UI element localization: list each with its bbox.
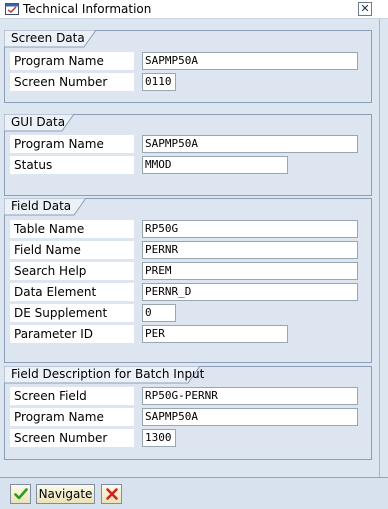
field-label: DE Supplement xyxy=(10,304,134,322)
field-name-field[interactable]: PERNR xyxy=(142,241,358,259)
window-icon xyxy=(5,3,19,15)
group-gui-data: GUI Data Program Name SAPMP50A Status MM… xyxy=(4,114,372,196)
field-label: Program Name xyxy=(10,408,134,426)
button-bar: Navigate xyxy=(0,477,388,509)
status-field[interactable]: MMOD xyxy=(142,156,288,174)
group-title: Screen Data xyxy=(11,31,85,45)
group-screen-data: Screen Data Program Name SAPMP50A Screen… xyxy=(4,30,372,103)
field-label: Screen Number xyxy=(10,429,134,447)
screen-field-field[interactable]: RP50G-PERNR xyxy=(142,387,358,405)
program-name-field[interactable]: SAPMP50A xyxy=(142,52,358,70)
navigate-button[interactable]: Navigate xyxy=(36,484,95,504)
field-label: Status xyxy=(10,156,134,174)
table-name-field[interactable]: RP50G xyxy=(142,220,358,238)
vertical-scrollbar[interactable] xyxy=(379,19,388,477)
field-label: Data Element xyxy=(10,283,134,301)
group-title: Field Description for Batch Input xyxy=(11,367,205,381)
window-title: Technical Information xyxy=(23,2,152,16)
parameter-id-field[interactable]: PER xyxy=(142,325,288,343)
field-label: Screen Number xyxy=(10,73,134,91)
close-icon: ✕ xyxy=(360,2,370,15)
green-checkmark-icon xyxy=(14,488,28,500)
group-title: GUI Data xyxy=(11,115,66,129)
group-title: Field Data xyxy=(11,199,72,213)
program-name-field[interactable]: SAPMP50A xyxy=(142,135,358,153)
field-label: Field Name xyxy=(10,241,134,259)
screen-number-field[interactable]: 1300 xyxy=(142,429,176,447)
field-label: Program Name xyxy=(10,52,134,70)
cancel-button[interactable] xyxy=(101,484,122,504)
screen-number-field[interactable]: 0110 xyxy=(142,73,176,91)
data-element-field[interactable]: PERNR_D xyxy=(142,283,358,301)
dialog-content: Screen Data Program Name SAPMP50A Screen… xyxy=(0,19,388,477)
field-label: Program Name xyxy=(10,135,134,153)
field-label: Search Help xyxy=(10,262,134,280)
field-label: Parameter ID xyxy=(10,325,134,343)
confirm-button[interactable] xyxy=(10,484,31,504)
field-label: Screen Field xyxy=(10,387,134,405)
search-help-field[interactable]: PREM xyxy=(142,262,358,280)
title-bar: Technical Information ✕ xyxy=(0,0,388,19)
de-supplement-field[interactable]: 0 xyxy=(142,304,176,322)
close-button[interactable]: ✕ xyxy=(358,2,372,16)
group-batch-input: Field Description for Batch Input Screen… xyxy=(4,366,372,460)
program-name-field[interactable]: SAPMP50A xyxy=(142,408,358,426)
red-x-icon xyxy=(106,488,118,500)
field-label: Table Name xyxy=(10,220,134,238)
group-field-data: Field Data Table Name RP50G Field Name P… xyxy=(4,198,372,363)
